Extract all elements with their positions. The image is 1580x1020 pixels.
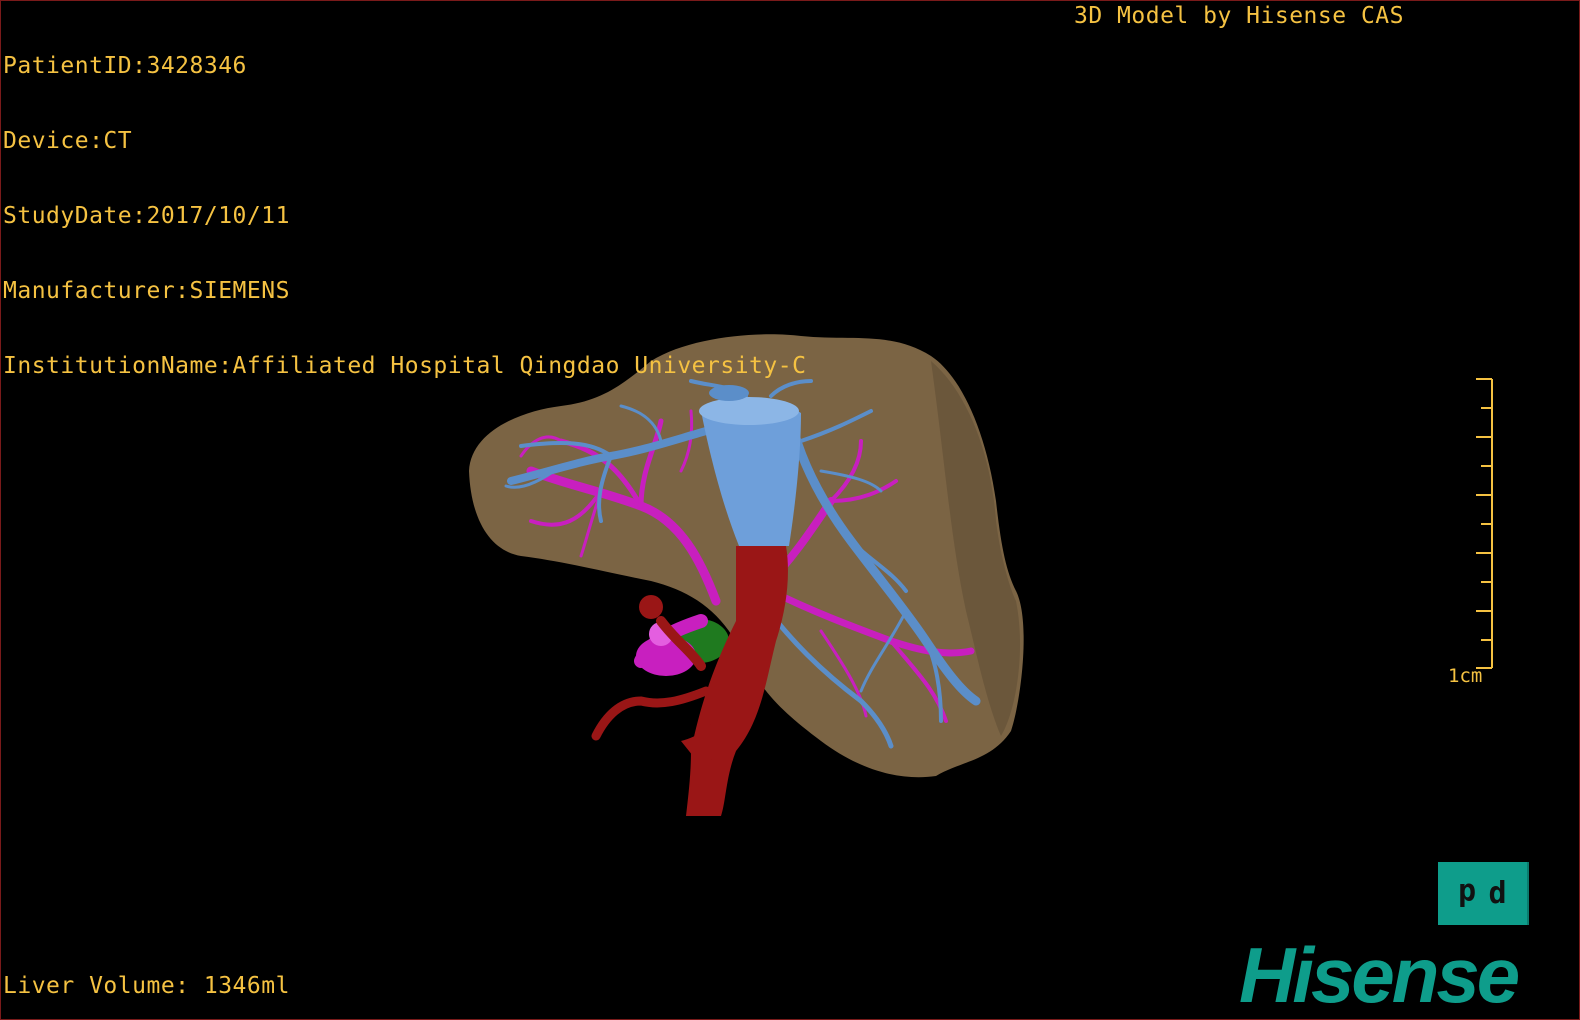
manufacturer: Manufacturer:SIEMENS [3, 278, 290, 304]
institution-name: InstitutionName:Affiliated Hospital Qing… [3, 353, 807, 379]
model-credit: 3D Model by Hisense CAS [1074, 3, 1404, 29]
3d-viewport[interactable]: PatientID:3428346 Device:CT StudyDate:20… [0, 0, 1580, 1020]
scale-label: 1cm [1448, 665, 1483, 687]
hisense-logo: Hisense [1239, 936, 1522, 1016]
artery-node [639, 595, 663, 619]
device: Device:CT [3, 128, 133, 154]
hisense-logo-text: Hisense [1239, 936, 1519, 1016]
orientation-glyph-left: d [1458, 876, 1477, 911]
liver-volume: Liver Volume: 1346ml [3, 973, 290, 999]
scale-bar [1476, 378, 1493, 669]
patient-info-overlay: PatientID:3428346 Device:CT StudyDate:20… [3, 4, 806, 429]
orientation-glyph-right: d [1488, 876, 1507, 911]
orientation-button[interactable]: d d [1438, 862, 1529, 925]
patient-id: PatientID:3428346 [3, 53, 247, 79]
study-date: StudyDate:2017/10/11 [3, 203, 290, 229]
